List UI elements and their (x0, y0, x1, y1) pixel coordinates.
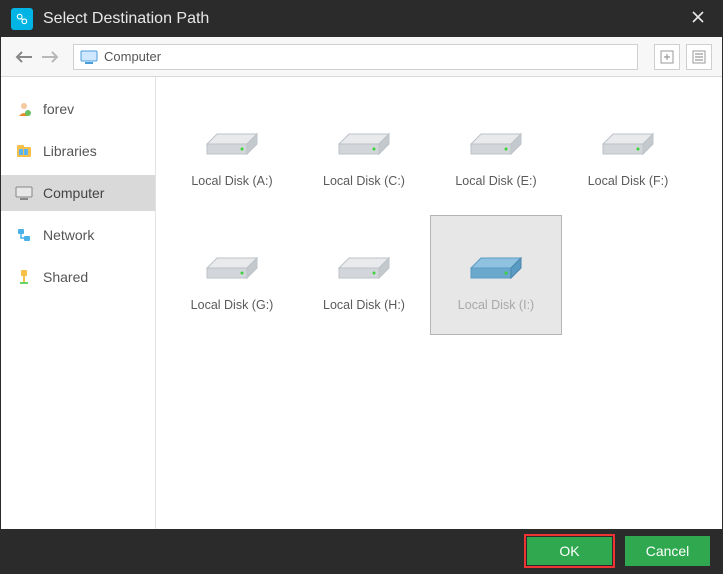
disk-icon (197, 238, 267, 288)
sidebar-item-label: Computer (43, 185, 104, 201)
disk-icon (593, 114, 663, 164)
shared-icon (15, 269, 33, 285)
cancel-button[interactable]: Cancel (625, 536, 710, 566)
disk-icon (461, 238, 531, 288)
libraries-icon (15, 143, 33, 159)
sidebar-item-computer[interactable]: Computer (1, 175, 155, 211)
close-icon (691, 10, 705, 24)
sidebar-item-libraries[interactable]: Libraries (1, 133, 155, 169)
disk-label: Local Disk (F:) (588, 174, 669, 188)
sidebar-item-label: Network (43, 227, 94, 243)
disk-item[interactable]: Local Disk (C:) (298, 91, 430, 211)
computer-icon (15, 185, 33, 201)
ok-button[interactable]: OK (527, 537, 612, 565)
disk-item[interactable]: Local Disk (F:) (562, 91, 694, 211)
disk-label: Local Disk (E:) (455, 174, 536, 188)
new-folder-button[interactable] (654, 44, 680, 70)
path-text: Computer (104, 49, 161, 64)
disk-item[interactable]: Local Disk (A:) (166, 91, 298, 211)
disk-label: Local Disk (G:) (191, 298, 274, 312)
disk-label: Local Disk (C:) (323, 174, 405, 188)
disk-icon (461, 114, 531, 164)
disk-label: Local Disk (H:) (323, 298, 405, 312)
user-icon (15, 101, 33, 117)
sidebar-item-label: Shared (43, 269, 88, 285)
disk-icon (329, 114, 399, 164)
view-list-button[interactable] (686, 44, 712, 70)
arrow-right-icon (41, 50, 59, 64)
footer: OK Cancel (1, 529, 722, 573)
sidebar-item-label: forev (43, 101, 74, 117)
network-icon (15, 227, 33, 243)
plus-icon (660, 50, 674, 64)
sidebar-item-shared[interactable]: Shared (1, 259, 155, 295)
sidebar-item-network[interactable]: Network (1, 217, 155, 253)
sidebar-item-user[interactable]: forev (1, 91, 155, 127)
window-title: Select Destination Path (43, 10, 684, 28)
disk-label: Local Disk (A:) (191, 174, 272, 188)
path-box[interactable]: Computer (73, 44, 638, 70)
content-area: Local Disk (A:) Local Disk (C:) Local Di… (156, 77, 722, 529)
ok-highlight: OK (524, 534, 615, 568)
disk-icon (329, 238, 399, 288)
disk-label: Local Disk (I:) (458, 298, 534, 312)
disk-icon (197, 114, 267, 164)
back-button[interactable] (11, 44, 37, 70)
dialog-window: Select Destination Path Computer (0, 0, 723, 574)
disk-item[interactable]: Local Disk (H:) (298, 215, 430, 335)
sync-icon (15, 12, 29, 26)
close-button[interactable] (684, 10, 712, 29)
title-bar: Select Destination Path (1, 1, 722, 37)
sidebar-item-label: Libraries (43, 143, 97, 159)
forward-button[interactable] (37, 44, 63, 70)
disk-item[interactable]: Local Disk (G:) (166, 215, 298, 335)
arrow-left-icon (15, 50, 33, 64)
disk-grid: Local Disk (A:) Local Disk (C:) Local Di… (166, 91, 712, 339)
dialog-body: forev Libraries Computer Network (1, 77, 722, 529)
toolbar: Computer (1, 37, 722, 77)
computer-icon (80, 50, 98, 64)
sidebar: forev Libraries Computer Network (1, 77, 156, 529)
app-icon (11, 8, 33, 30)
disk-item[interactable]: Local Disk (E:) (430, 91, 562, 211)
disk-item-selected[interactable]: Local Disk (I:) (430, 215, 562, 335)
list-icon (692, 50, 706, 64)
